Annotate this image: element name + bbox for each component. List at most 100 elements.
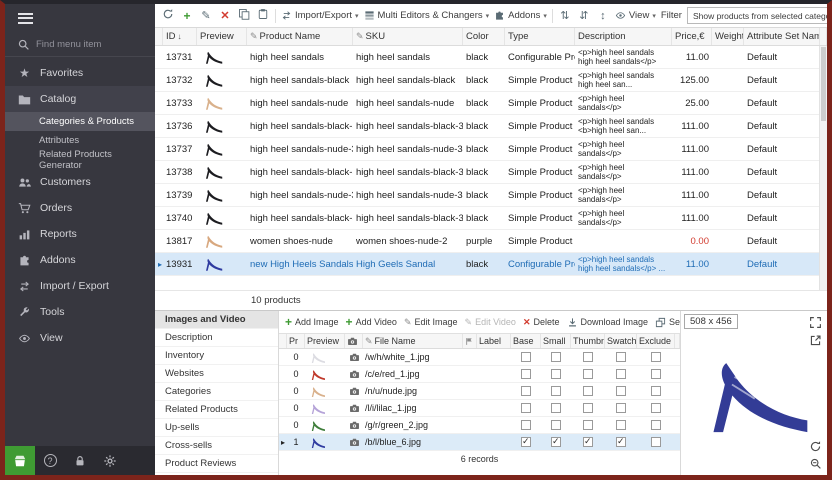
download-image-button[interactable]: Download Image — [567, 317, 649, 328]
tab-inventory[interactable]: Inventory — [155, 347, 278, 365]
column-header-small[interactable]: Small — [541, 334, 571, 348]
sidebar-item-catalog[interactable]: Catalog — [5, 86, 155, 112]
delete-image-button[interactable]: ✕ Delete — [523, 317, 560, 328]
thumbnail-checkbox[interactable] — [583, 386, 593, 396]
product-row[interactable]: 13740 high heel sandals-black-38 high he… — [155, 207, 827, 230]
product-row[interactable]: 13738 high heel sandals-black-37 high he… — [155, 161, 827, 184]
product-row[interactable]: 13733 high heel sandals-nude high heel s… — [155, 92, 827, 115]
column-header-exclude[interactable]: Exclude — [637, 334, 675, 348]
category-filter-select[interactable]: Show products from selected categories ▾ — [687, 7, 832, 24]
column-header-price[interactable]: Price,€ — [672, 28, 712, 45]
add-video-button[interactable]: + Add Video — [346, 315, 397, 329]
hamburger-menu-button[interactable] — [5, 4, 155, 32]
column-header-type[interactable]: Type — [505, 28, 575, 45]
tab-cross-sells[interactable]: Cross-sells — [155, 437, 278, 455]
product-row[interactable]: 13731 high heel sandals high heel sandal… — [155, 46, 827, 69]
product-row[interactable]: 13737 high heel sandals-nude-36 high hee… — [155, 138, 827, 161]
sidebar-item-favorites[interactable]: ★ Favorites — [5, 60, 155, 86]
image-row[interactable]: 0 — [279, 400, 680, 417]
small-checkbox[interactable] — [551, 403, 561, 413]
product-row[interactable]: 13817 women shoes-nude women shoes-nude-… — [155, 230, 827, 253]
column-header-image-preview[interactable]: Preview — [305, 334, 345, 348]
sidebar-item-reports[interactable]: Reports — [5, 221, 155, 247]
thumbnail-checkbox[interactable] — [583, 403, 593, 413]
column-header-priority[interactable]: Pr — [287, 334, 305, 348]
tab-product-reviews[interactable]: Product Reviews — [155, 455, 278, 473]
column-header-description[interactable]: Description — [575, 28, 672, 45]
swatch-checkbox[interactable] — [616, 437, 626, 447]
image-row[interactable]: 1 — [279, 434, 680, 451]
exclude-checkbox[interactable] — [651, 386, 661, 396]
column-header-swatch[interactable]: Swatch — [605, 334, 637, 348]
product-row[interactable]: 13739 high heel sandals-nude-37 high hee… — [155, 184, 827, 207]
vertical-scrollbar[interactable] — [819, 46, 827, 290]
tab-up-sells[interactable]: Up-sells — [155, 419, 278, 437]
sidebar-item-categories-products[interactable]: Categories & Products — [5, 112, 155, 131]
column-header-color[interactable]: Color — [463, 28, 505, 45]
edit-product-button[interactable]: ✎ — [199, 9, 213, 22]
tab-related-products[interactable]: Related Products — [155, 401, 278, 419]
thumbnail-checkbox[interactable] — [583, 420, 593, 430]
small-checkbox[interactable] — [551, 420, 561, 430]
column-header-sku[interactable]: ✎SKU — [353, 28, 463, 45]
sidebar-item-orders[interactable]: Orders — [5, 195, 155, 221]
product-row[interactable]: 13736 high heel sandals-black-36 high he… — [155, 115, 827, 138]
exclude-checkbox[interactable] — [651, 403, 661, 413]
rotate-icon[interactable] — [809, 440, 822, 453]
swatch-checkbox[interactable] — [616, 352, 626, 362]
thumbnail-checkbox[interactable] — [583, 437, 593, 447]
sidebar-item-view[interactable]: View — [5, 325, 155, 351]
fullscreen-icon[interactable] — [809, 316, 822, 329]
add-product-button[interactable]: + — [180, 9, 194, 23]
addons-button[interactable]: Addons ▾ — [494, 10, 547, 21]
swatch-checkbox[interactable] — [616, 420, 626, 430]
tab-websites[interactable]: Websites — [155, 365, 278, 383]
column-header-flag[interactable] — [463, 334, 477, 348]
column-header-weight[interactable]: Weight — [712, 28, 744, 45]
scrollbar-thumb[interactable] — [821, 47, 826, 121]
exclude-checkbox[interactable] — [651, 352, 661, 362]
edit-video-button[interactable]: ✎ Edit Video — [465, 317, 516, 328]
edit-image-button[interactable]: ✎ Edit Image — [404, 317, 458, 328]
base-checkbox[interactable] — [521, 352, 531, 362]
thumbnail-checkbox[interactable] — [583, 352, 593, 362]
product-row[interactable]: 13732 high heel sandals-black high heel … — [155, 69, 827, 92]
multi-editors-button[interactable]: Multi Editors & Changers ▾ — [364, 10, 490, 21]
zoom-icon[interactable] — [809, 457, 822, 470]
small-checkbox[interactable] — [551, 352, 561, 362]
column-header-base[interactable]: Base — [511, 334, 541, 348]
column-header-thumbnail[interactable]: Thumbna — [571, 334, 605, 348]
open-external-icon[interactable] — [809, 334, 822, 347]
small-checkbox[interactable] — [551, 437, 561, 447]
sidebar-item-attributes[interactable]: Attributes — [5, 131, 155, 150]
small-checkbox[interactable] — [551, 369, 561, 379]
swatch-checkbox[interactable] — [616, 403, 626, 413]
sidebar-item-import-export[interactable]: Import / Export — [5, 273, 155, 299]
image-row[interactable]: 0 — [279, 349, 680, 366]
image-row[interactable]: 0 — [279, 366, 680, 383]
exclude-checkbox[interactable] — [651, 437, 661, 447]
exclude-checkbox[interactable] — [651, 369, 661, 379]
exclude-checkbox[interactable] — [651, 420, 661, 430]
image-row[interactable]: 0 — [279, 417, 680, 434]
tab-description[interactable]: Description — [155, 329, 278, 347]
column-header-camera[interactable] — [345, 334, 363, 348]
column-header-preview[interactable]: Preview — [197, 28, 247, 45]
refresh-button[interactable] — [161, 8, 175, 23]
sort-descending-button[interactable]: ⇵ — [577, 9, 591, 22]
sidebar-item-customers[interactable]: Customers — [5, 169, 155, 195]
column-header-attribute-set[interactable]: Attribute Set Name — [744, 28, 820, 45]
settings-button[interactable] — [95, 446, 125, 475]
import-export-button[interactable]: Import/Export ▾ — [281, 10, 359, 21]
column-header-label[interactable]: Label — [477, 334, 511, 348]
small-checkbox[interactable] — [551, 386, 561, 396]
store-button[interactable] — [5, 446, 35, 475]
thumbnail-checkbox[interactable] — [583, 369, 593, 379]
row-height-button[interactable]: ↕ — [596, 10, 610, 22]
add-image-button[interactable]: + Add Image — [285, 315, 339, 329]
swatch-checkbox[interactable] — [616, 386, 626, 396]
help-button[interactable]: ? — [35, 446, 65, 475]
column-header-file-name[interactable]: ✎ File Name — [363, 334, 463, 348]
tab-images-and-video[interactable]: Images and Video — [155, 311, 278, 329]
base-checkbox[interactable] — [521, 420, 531, 430]
